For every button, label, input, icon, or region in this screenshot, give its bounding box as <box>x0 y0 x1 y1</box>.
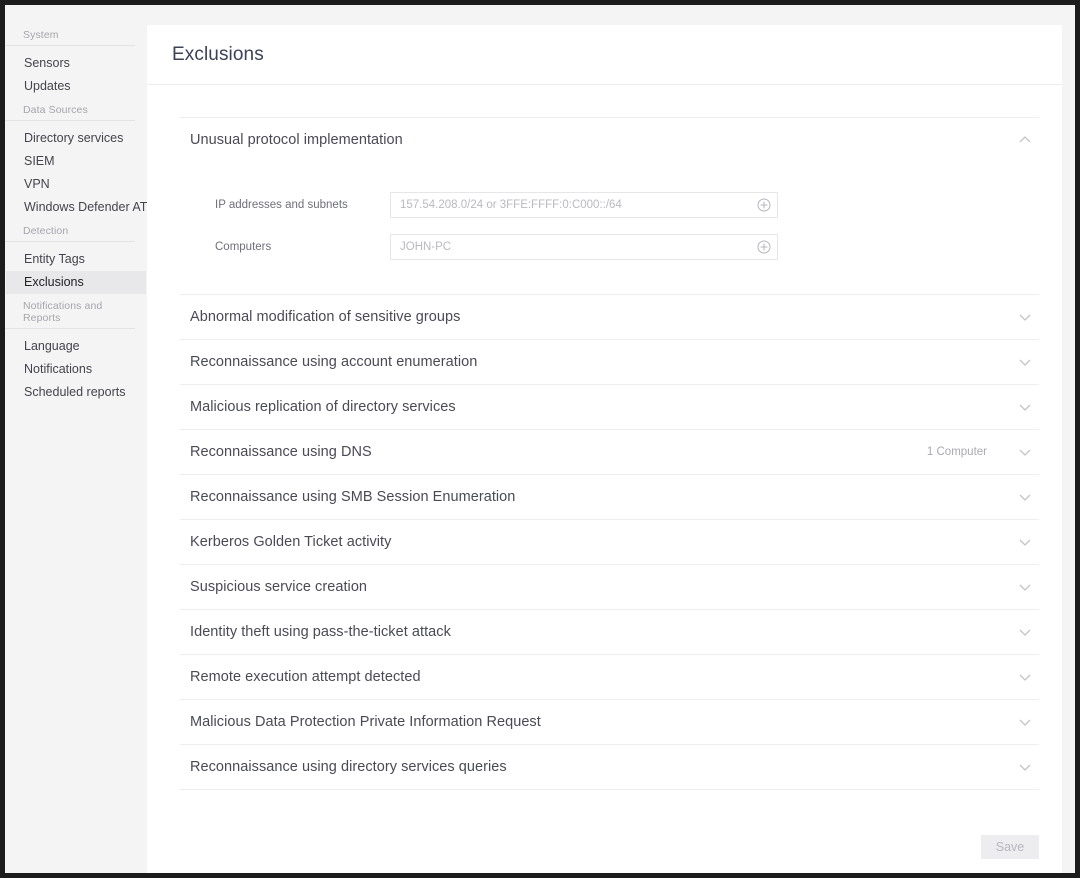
chevron-down-icon[interactable] <box>1017 669 1033 685</box>
sidebar-group-title: Data Sources <box>5 104 135 121</box>
exclusion-field-row: IP addresses and subnets <box>180 192 1039 218</box>
exclusion-item: Reconnaissance using account enumeration <box>180 340 1039 385</box>
chevron-down-icon[interactable] <box>1017 444 1033 460</box>
sidebar-group-title: System <box>5 5 135 46</box>
exclusion-header[interactable]: Reconnaissance using DNS 1 Computer <box>180 430 1039 474</box>
sidebar-group-items: Entity Tags Exclusions <box>5 242 147 294</box>
sidebar-group: System Sensors Updates <box>5 5 147 98</box>
exclusion-header[interactable]: Malicious replication of directory servi… <box>180 385 1039 429</box>
exclusion-item: Kerberos Golden Ticket activity <box>180 520 1039 565</box>
field-input-wrapper <box>390 234 778 260</box>
sidebar-item-vpn[interactable]: VPN <box>6 173 146 196</box>
chevron-down-icon[interactable] <box>1017 354 1033 370</box>
exclusions-accordion-list: Unusual protocol implementation IP addres… <box>180 117 1039 790</box>
sidebar-item-scheduled-reports[interactable]: Scheduled reports <box>6 381 146 404</box>
sidebar-group: Notifications and Reports Language Notific… <box>5 300 147 404</box>
exclusion-title: Identity theft using pass-the-ticket att… <box>190 624 451 640</box>
exclusion-header[interactable]: Abnormal modification of sensitive group… <box>180 295 1039 339</box>
circle-plus-icon[interactable] <box>757 198 771 212</box>
sidebar-item-directory-services[interactable]: Directory services <box>6 127 146 150</box>
chevron-down-icon[interactable] <box>1017 579 1033 595</box>
app-window: System Sensors Updates Data Sources Director… <box>5 5 1075 873</box>
sidebar-group-items: Language Notifications Scheduled reports <box>5 329 147 404</box>
sidebar-group-items: Sensors Updates <box>5 46 147 98</box>
field-input-wrapper <box>390 192 778 218</box>
exclusion-item: Malicious replication of directory servi… <box>180 385 1039 430</box>
sidebar-item-language[interactable]: Language <box>6 335 146 358</box>
sidebar-item-entity-tags[interactable]: Entity Tags <box>6 248 146 271</box>
exclusion-header[interactable]: Suspicious service creation <box>180 565 1039 609</box>
exclusion-item: Abnormal modification of sensitive group… <box>180 295 1039 340</box>
ip-addresses-and-subnets-input[interactable] <box>390 192 778 218</box>
sidebar-group-title: Notifications and Reports <box>5 300 135 329</box>
exclusion-title: Reconnaissance using SMB Session Enumera… <box>190 489 516 505</box>
sidebar-item-notifications[interactable]: Notifications <box>6 358 146 381</box>
exclusion-count-badge: 1 Computer <box>926 446 987 458</box>
exclusion-header[interactable]: Reconnaissance using SMB Session Enumera… <box>180 475 1039 519</box>
sidebar-group: Detection Entity Tags Exclusions <box>5 225 147 294</box>
exclusion-header[interactable]: Unusual protocol implementation <box>180 118 1039 162</box>
sidebar-item-windows-defender-atp[interactable]: Windows Defender ATP <box>6 196 156 219</box>
sidebar-group-title: Detection <box>5 225 135 242</box>
exclusion-header[interactable]: Malicious Data Protection Private Inform… <box>180 700 1039 744</box>
exclusion-title: Remote execution attempt detected <box>190 669 421 685</box>
chevron-down-icon[interactable] <box>1017 399 1033 415</box>
exclusion-item: Reconnaissance using DNS 1 Computer <box>180 430 1039 475</box>
chevron-down-icon[interactable] <box>1017 714 1033 730</box>
exclusion-item: Malicious Data Protection Private Inform… <box>180 700 1039 745</box>
chevron-up-icon[interactable] <box>1017 132 1033 148</box>
exclusion-header[interactable]: Reconnaissance using account enumeration <box>180 340 1039 384</box>
computers-input[interactable] <box>390 234 778 260</box>
circle-plus-icon[interactable] <box>757 240 771 254</box>
exclusion-item: Reconnaissance using SMB Session Enumera… <box>180 475 1039 520</box>
exclusion-title: Reconnaissance using account enumeration <box>190 354 478 370</box>
sidebar-item-updates[interactable]: Updates <box>6 75 146 98</box>
field-label: Computers <box>215 241 272 253</box>
sidebar-group-items: Directory services SIEM VPN Windows Defende… <box>5 121 156 219</box>
exclusion-title: Reconnaissance using DNS <box>190 444 372 460</box>
exclusion-body: IP addresses and subnets Computers <box>180 162 1039 294</box>
chevron-down-icon[interactable] <box>1017 309 1033 325</box>
exclusion-item: Remote execution attempt detected <box>180 655 1039 700</box>
exclusion-title: Malicious replication of directory servi… <box>190 399 456 415</box>
field-label: IP addresses and subnets <box>215 199 348 211</box>
sidebar-item-sensors[interactable]: Sensors <box>6 52 146 75</box>
exclusion-field-row: Computers <box>180 234 1039 260</box>
exclusion-item: Identity theft using pass-the-ticket att… <box>180 610 1039 655</box>
chevron-down-icon[interactable] <box>1017 624 1033 640</box>
exclusion-header[interactable]: Identity theft using pass-the-ticket att… <box>180 610 1039 654</box>
exclusion-title: Malicious Data Protection Private Inform… <box>190 714 541 730</box>
chevron-down-icon[interactable] <box>1017 534 1033 550</box>
exclusion-title: Abnormal modification of sensitive group… <box>190 309 461 325</box>
exclusion-item: Unusual protocol implementation IP addres… <box>180 118 1039 295</box>
settings-sidebar: System Sensors Updates Data Sources Director… <box>5 5 156 873</box>
exclusion-header[interactable]: Reconnaissance using directory services … <box>180 745 1039 789</box>
exclusion-title: Kerberos Golden Ticket activity <box>190 534 392 550</box>
save-button[interactable]: Save <box>981 835 1039 859</box>
exclusion-header[interactable]: Remote execution attempt detected <box>180 655 1039 699</box>
panel-body: Unusual protocol implementation IP addres… <box>147 117 1062 790</box>
exclusions-panel: Exclusions Unusual protocol implementati… <box>147 25 1062 873</box>
page-title: Exclusions <box>172 43 264 65</box>
exclusion-title: Unusual protocol implementation <box>190 132 403 148</box>
exclusion-title: Suspicious service creation <box>190 579 368 595</box>
sidebar-item-siem[interactable]: SIEM <box>6 150 146 173</box>
panel-footer: Save <box>981 835 1039 859</box>
chevron-down-icon[interactable] <box>1017 489 1033 505</box>
sidebar-group: Data Sources Directory services SIEM VPN Win… <box>5 104 156 219</box>
exclusion-item: Suspicious service creation <box>180 565 1039 610</box>
exclusion-title: Reconnaissance using directory services … <box>190 759 507 775</box>
panel-header: Exclusions <box>147 25 1062 85</box>
exclusion-item: Reconnaissance using directory services … <box>180 745 1039 790</box>
sidebar-item-exclusions[interactable]: Exclusions <box>6 271 146 294</box>
exclusion-header[interactable]: Kerberos Golden Ticket activity <box>180 520 1039 564</box>
chevron-down-icon[interactable] <box>1017 759 1033 775</box>
